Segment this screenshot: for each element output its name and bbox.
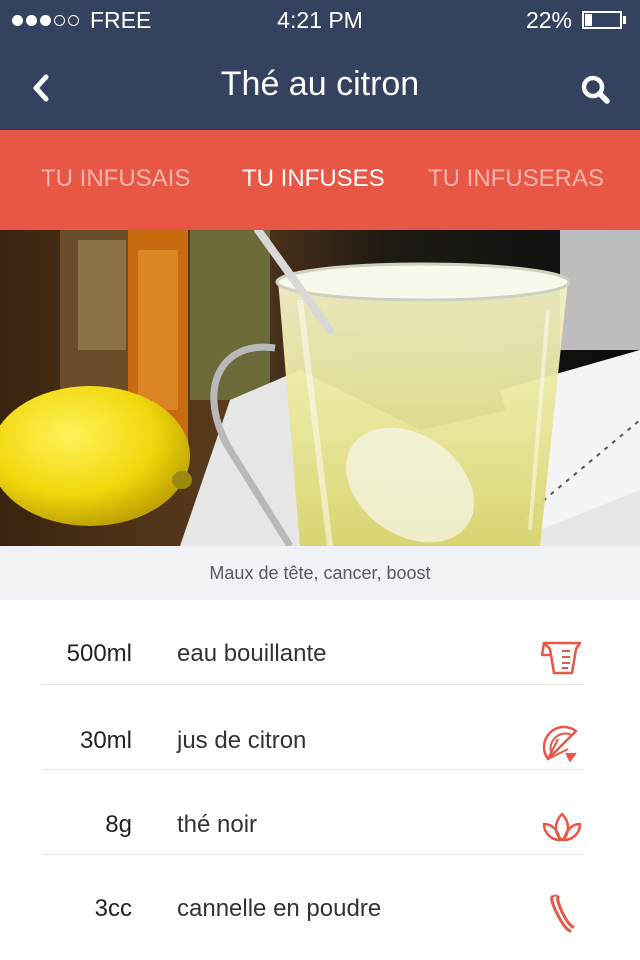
search-button[interactable] (576, 70, 616, 110)
ingredient-quantity: 500ml (66, 640, 132, 667)
ingredient-name: jus de citron (177, 727, 307, 754)
ingredient-name: cannelle en poudre (177, 895, 382, 922)
app-header: FREE 4:21 PM 22% Thé au citron (0, 0, 640, 130)
measuring-cup-icon (540, 633, 584, 677)
lemon-slice-icon (540, 723, 584, 767)
battery-percent: 22% (525, 7, 572, 33)
cinnamon-stick-icon (540, 891, 584, 935)
ingredient-row: 500ml eau bouillante (42, 600, 584, 685)
status-bar: FREE 4:21 PM 22% (0, 0, 640, 40)
lemon-tea-photo (0, 230, 640, 546)
ingredient-quantity: 30ml (79, 727, 132, 754)
search-icon (581, 75, 610, 104)
tea-leaf-icon (540, 806, 584, 850)
battery-status: 22% (526, 8, 626, 32)
tab-future[interactable]: TU INFUSERAS (428, 164, 604, 194)
ingredient-row: 30ml jus de citron (42, 685, 584, 770)
battery-level (585, 14, 592, 26)
benefits-caption: Maux de tête, cancer, boost (0, 546, 640, 600)
page-title: Thé au citron (220, 65, 420, 103)
tab-present[interactable]: TU INFUSES (242, 164, 385, 194)
ingredient-name: thé noir (177, 811, 258, 838)
ingredient-name: eau bouillante (177, 640, 327, 667)
ingredient-row: 8g thé noir (42, 770, 584, 855)
battery-icon (582, 11, 622, 29)
battery-tip (623, 16, 626, 24)
ingredient-row: 3cc cannelle en poudre (42, 855, 584, 939)
ingredient-quantity: 3cc (94, 895, 132, 922)
tab-bar: TU INFUSAIS TU INFUSES TU INFUSERAS (0, 130, 640, 230)
tab-past[interactable]: TU INFUSAIS (41, 164, 190, 194)
hero-image (0, 230, 640, 546)
ingredient-quantity: 8g (105, 811, 132, 838)
